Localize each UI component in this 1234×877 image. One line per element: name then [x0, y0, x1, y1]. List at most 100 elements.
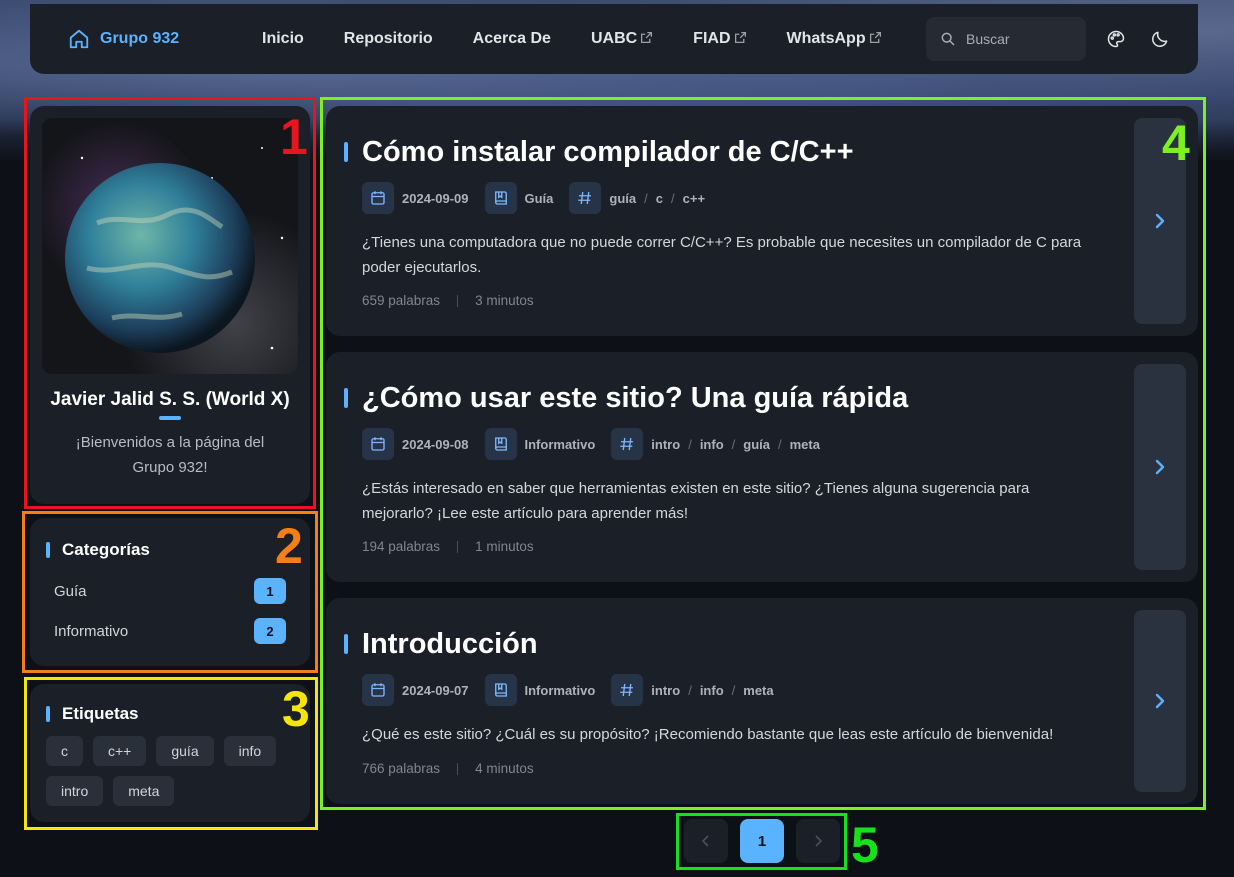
post-open-button[interactable]: [1134, 364, 1186, 570]
post-tag[interactable]: intro: [651, 437, 680, 452]
name-underline: [159, 416, 181, 420]
planet-avatar-image: [65, 147, 284, 353]
post-stats: 194 palabras 1 minutos: [362, 539, 534, 554]
post-tag[interactable]: meta: [743, 683, 773, 698]
nav-link-label: UABC: [590, 30, 638, 47]
post-date: 2024-09-07: [402, 682, 469, 698]
post-tag[interactable]: intro: [651, 683, 680, 698]
post-title[interactable]: Introducción: [344, 628, 538, 661]
profile-name: Javier Jalid S. S. (World X): [50, 389, 290, 410]
tag-c[interactable]: c: [46, 736, 83, 766]
post-date: 2024-09-08: [402, 436, 469, 452]
post-category[interactable]: Informativo: [525, 683, 596, 698]
post-category[interactable]: Guía: [525, 191, 554, 206]
post-read-time: 4 minutos: [475, 761, 534, 776]
search-input[interactable]: [966, 31, 1076, 47]
post-excerpt: ¿Estás interesado en saber que herramien…: [362, 480, 1030, 522]
post-stats: 659 palabras 3 minutos: [362, 293, 534, 308]
chevron-right-icon: [1155, 459, 1165, 475]
post-card: Cómo instalar compilador de C/C++ 2024-0…: [326, 106, 1198, 336]
nav-link-repositorio[interactable]: Repositorio: [344, 30, 433, 48]
post-category[interactable]: Informativo: [525, 437, 596, 452]
tag-guia[interactable]: guía: [156, 736, 214, 766]
post-open-button[interactable]: [1134, 610, 1186, 792]
nav-link-acerca-de[interactable]: Acerca De: [473, 30, 551, 48]
category-item-informativo[interactable]: Informativo 2: [54, 618, 286, 644]
post-word-count: 766 palabras: [362, 761, 441, 776]
post-stats: 766 palabras 4 minutos: [362, 761, 534, 776]
annotation-label-2: 2: [275, 518, 303, 574]
search-box[interactable]: [926, 17, 1086, 61]
post-tag[interactable]: c: [656, 191, 663, 206]
post-meta: 2024-09-09 Guía guía / c / c++: [362, 182, 721, 214]
nav-link-fiad[interactable]: FIAD: [693, 30, 746, 48]
post-excerpt: ¿Qué es este sitio? ¿Cuál es su propósit…: [362, 726, 1054, 743]
post-card: ¿Cómo usar este sitio? Una guía rápida 2…: [326, 352, 1198, 582]
calendar-icon: [362, 182, 394, 214]
profile-description: ¡Bienvenidos a la página del Grupo 932!: [75, 434, 265, 476]
calendar-icon: [362, 674, 394, 706]
search-icon: [941, 32, 955, 46]
post-title[interactable]: ¿Cómo usar este sitio? Una guía rápida: [343, 382, 908, 415]
hash-icon: [611, 674, 644, 706]
book-icon: [484, 428, 517, 460]
pagination-prev-button[interactable]: [684, 819, 728, 863]
nav-link-uabc[interactable]: UABC: [591, 30, 653, 48]
brand-link[interactable]: Grupo 932: [68, 28, 258, 50]
post-date: 2024-09-09: [402, 190, 469, 206]
navbar: Grupo 932 Inicio Repositorio Acerca De U…: [30, 4, 1198, 74]
post-tag[interactable]: c++: [683, 191, 705, 206]
post-read-time: 3 minutos: [475, 293, 534, 308]
post-title[interactable]: Cómo instalar compilador de C/C++: [344, 136, 854, 169]
tag-meta[interactable]: meta: [113, 776, 175, 806]
profile-card: Javier Jalid S. S. (World X) ¡Bienvenido…: [30, 106, 310, 504]
post-meta: 2024-09-08 Informativo intro / info / guía…: [362, 428, 836, 460]
post-word-count: 659 palabras: [362, 293, 441, 308]
chevron-right-icon: [1155, 693, 1165, 709]
tags-title: Etiquetas: [46, 704, 139, 724]
annotation-label-1: 1: [280, 109, 308, 165]
post-tag[interactable]: info: [700, 683, 724, 698]
pagination-next-button[interactable]: [796, 819, 840, 863]
external-link-icon: [734, 31, 746, 43]
post-card: Introducción 2024-09-07 Informativo intr…: [326, 598, 1198, 804]
category-item-guia[interactable]: Guía 1: [54, 578, 286, 604]
book-icon: [484, 182, 517, 214]
post-tag[interactable]: info: [700, 437, 724, 452]
post-tag[interactable]: meta: [790, 437, 820, 452]
palette-icon[interactable]: [1106, 29, 1126, 49]
nav-link-label: Acerca De: [472, 30, 551, 47]
tag-info[interactable]: info: [223, 736, 277, 766]
nav-link-label: WhatsApp: [786, 30, 866, 47]
categories-widget: Categorías Guía 1 Informativo 2: [30, 518, 310, 666]
post-excerpt: ¿Tienes una computadora que no puede cor…: [362, 234, 1082, 276]
post-tag[interactable]: guía: [743, 437, 770, 452]
annotation-label-4: 4: [1162, 115, 1190, 171]
post-read-time: 1 minutos: [475, 539, 534, 554]
nav-link-whatsapp[interactable]: WhatsApp: [787, 30, 882, 48]
nav-link-label: FIAD: [693, 30, 731, 47]
external-link-icon: [641, 31, 653, 43]
category-label: Guía: [54, 582, 87, 600]
pagination-page-button[interactable]: 1: [740, 819, 784, 863]
chevron-left-icon: [701, 835, 709, 847]
chevron-right-icon: [1155, 213, 1165, 229]
avatar: [42, 118, 298, 374]
annotation-label-3: 3: [282, 681, 310, 737]
nav-link-inicio[interactable]: Inicio: [262, 30, 304, 48]
nav-link-label: Repositorio: [343, 30, 433, 47]
calendar-icon: [362, 428, 394, 460]
post-meta: 2024-09-07 Informativo intro / info / meta: [362, 674, 790, 706]
post-word-count: 194 palabras: [362, 539, 441, 554]
chevron-right-icon: [815, 835, 823, 847]
hash-icon: [569, 182, 602, 214]
post-tag[interactable]: guía: [609, 191, 636, 206]
category-count-badge: 1: [254, 578, 286, 604]
tags-widget: Etiquetas c c++ guía info intro meta: [30, 684, 310, 822]
categories-title: Categorías: [46, 540, 150, 560]
external-link-icon: [869, 31, 881, 43]
home-icon: [69, 29, 89, 49]
tag-intro[interactable]: intro: [46, 776, 104, 806]
tag-cpp[interactable]: c++: [93, 736, 147, 766]
moon-icon[interactable]: [1150, 29, 1170, 49]
